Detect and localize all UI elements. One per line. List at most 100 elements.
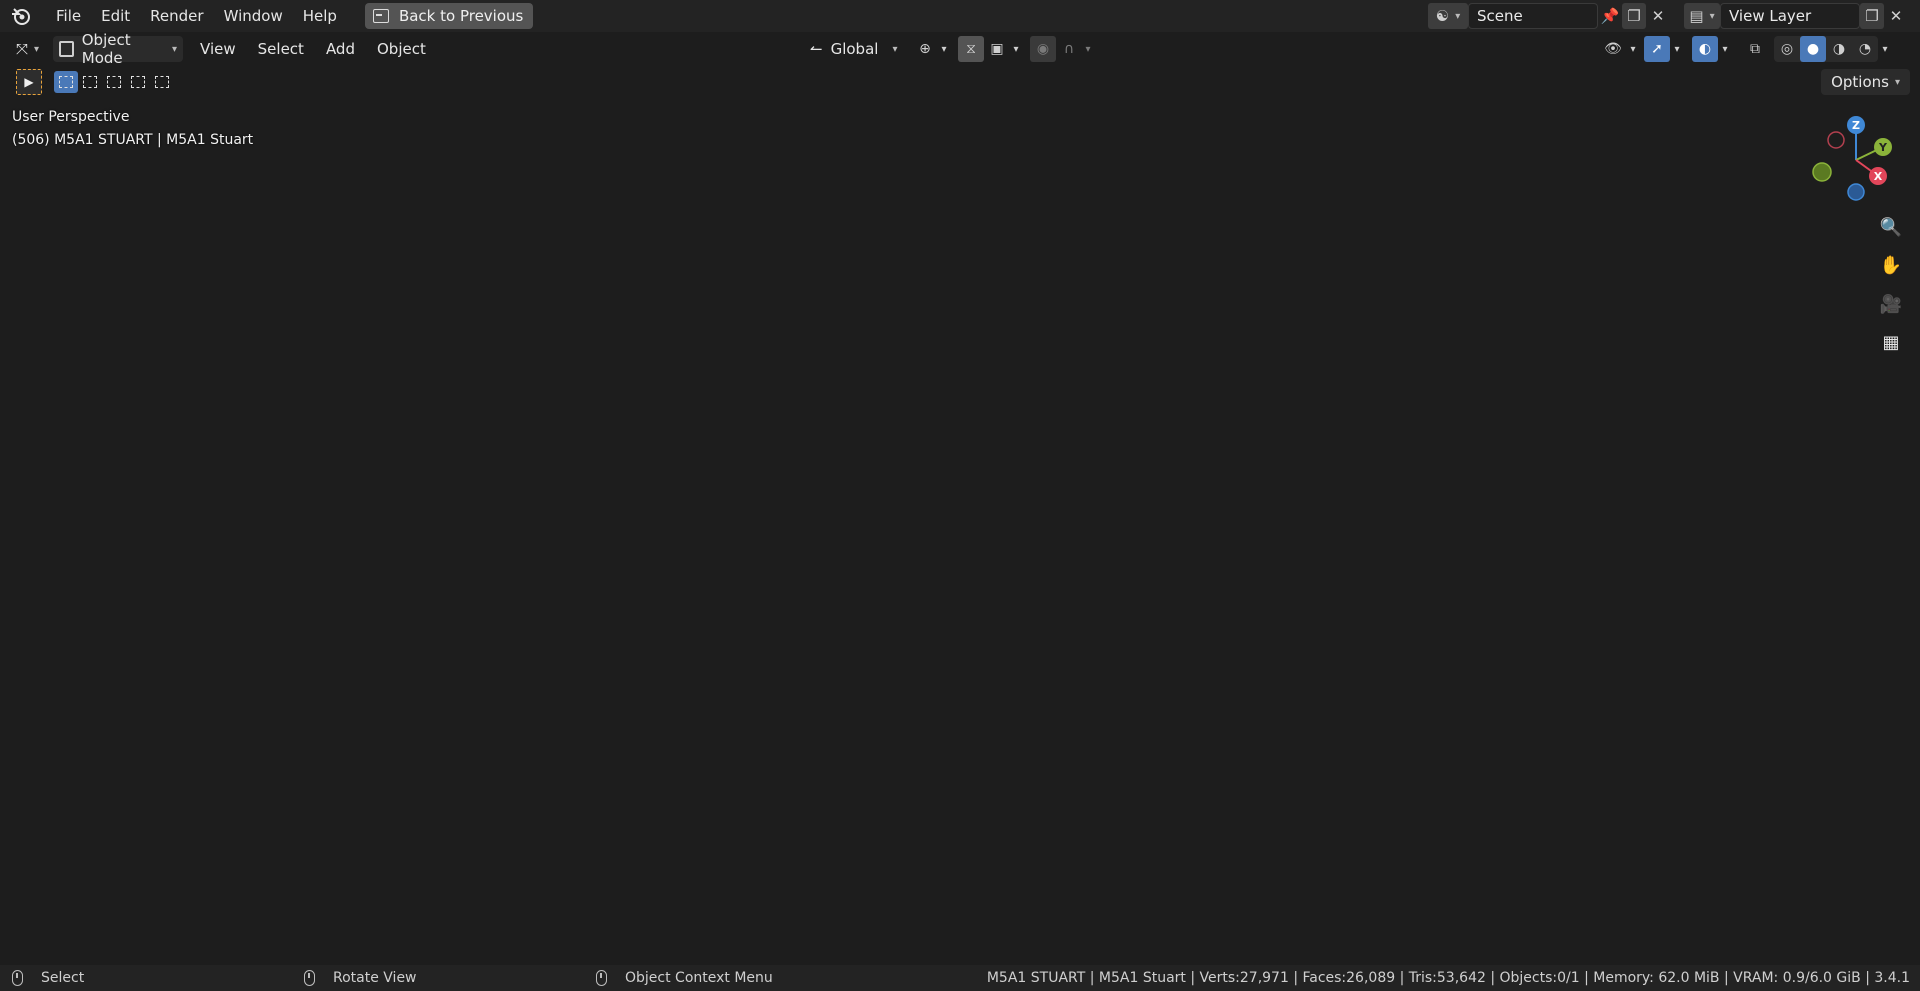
x-axis-line xyxy=(359,39,1211,965)
chevron-down-icon[interactable]: ▾ xyxy=(1878,36,1892,62)
status-rotate-label: Rotate View xyxy=(333,970,417,986)
menu-add[interactable]: Add xyxy=(315,40,366,58)
status-select-label: Select xyxy=(41,970,85,986)
back-to-previous-label: Back to Previous xyxy=(398,7,524,25)
menu-help[interactable]: Help xyxy=(293,0,347,32)
gizmo-neg-z[interactable] xyxy=(1847,183,1865,201)
view-layer-name-text: View Layer xyxy=(1729,7,1812,25)
menu-view[interactable]: View xyxy=(189,40,247,58)
status-right-click: Object Context Menu xyxy=(596,970,773,986)
tank-model xyxy=(489,129,1371,924)
show-gizmo-icon[interactable]: ➚ xyxy=(1644,36,1670,62)
select-box-tool-icon[interactable]: ▶ xyxy=(16,69,42,95)
snap-target-icon[interactable]: ▣ xyxy=(984,36,1010,62)
chevron-down-icon[interactable]: ▾ xyxy=(1718,36,1732,62)
status-middle-click: Rotate View xyxy=(304,970,584,986)
editor-type-button[interactable]: ⤧ ▾ xyxy=(10,36,45,62)
menu-edit[interactable]: Edit xyxy=(91,0,140,32)
status-bar: Select Rotate View Object Context Menu M… xyxy=(0,965,1920,991)
delete-scene-icon[interactable]: ✕ xyxy=(1646,3,1670,29)
navigation-gizmo[interactable]: Z Y X xyxy=(1808,110,1908,210)
menu-object[interactable]: Object xyxy=(366,40,437,58)
mouse-left-icon xyxy=(12,970,23,986)
snap-toggle-icon[interactable]: ⧖ xyxy=(958,36,984,62)
proportional-editing-icon[interactable]: ◉ xyxy=(1030,36,1056,62)
chevron-down-icon: ▾ xyxy=(1894,76,1900,88)
options-dropdown[interactable]: Options ▾ xyxy=(1821,69,1910,95)
show-overlays-icon[interactable]: ◐ xyxy=(1692,36,1718,62)
top-menubar: File Edit Render Window Help Back to Pre… xyxy=(0,0,1920,32)
blender-logo-icon[interactable] xyxy=(10,5,32,27)
pan-view-hand-icon[interactable]: ✋ xyxy=(1876,250,1906,280)
chevron-down-icon: ▾ xyxy=(1709,10,1715,22)
view-layer-browse-button[interactable]: ▤ ▾ xyxy=(1684,3,1720,29)
delete-view-layer-icon[interactable]: ✕ xyxy=(1884,3,1908,29)
chevron-down-icon[interactable]: ▾ xyxy=(938,36,950,62)
scene-statistics: M5A1 STUART | M5A1 Stuart | Verts:27,971… xyxy=(986,970,1910,986)
tool-settings-row: ▶ xyxy=(16,69,174,95)
mode-label: Object Mode xyxy=(81,31,131,67)
falloff-icon[interactable]: ∩ xyxy=(1056,36,1082,62)
3d-cursor xyxy=(932,678,960,706)
scene-name-field[interactable]: Scene xyxy=(1468,3,1598,29)
select-extend-mode-icon[interactable] xyxy=(78,71,102,93)
material-preview-shading-icon[interactable]: ◑ xyxy=(1826,36,1852,62)
zoom-view-icon[interactable]: 🔍 xyxy=(1876,212,1906,242)
ortho-perspective-grid-icon[interactable]: ▦ xyxy=(1876,327,1906,357)
gizmo-z-label: Z xyxy=(1852,119,1860,132)
gizmo-neg-x[interactable] xyxy=(1827,131,1845,149)
chevron-down-icon[interactable]: ▾ xyxy=(1670,36,1684,62)
y-axis-line xyxy=(279,299,1920,965)
new-view-layer-icon[interactable]: ❐ xyxy=(1860,3,1884,29)
gizmo-neg-y[interactable] xyxy=(1812,162,1832,182)
chevron-down-icon: ▾ xyxy=(34,43,40,55)
visibility-eye-icon[interactable]: 👁 xyxy=(1600,36,1626,62)
scene-name-text: Scene xyxy=(1477,7,1523,25)
z-axis-line xyxy=(942,94,949,965)
active-object-label: (506) M5A1 STUART | M5A1 Stuart xyxy=(12,132,254,148)
chevron-down-icon[interactable]: ▾ xyxy=(1010,36,1022,62)
chevron-down-icon[interactable]: ▾ xyxy=(1082,36,1094,62)
menu-select[interactable]: Select xyxy=(247,40,315,58)
chevron-down-icon: ▾ xyxy=(172,43,178,55)
gizmo-y-label: Y xyxy=(1878,141,1888,154)
rendered-shading-icon[interactable]: ◔ xyxy=(1852,36,1878,62)
menu-file[interactable]: File xyxy=(46,0,91,32)
viewport-header: ⤧ ▾ Object Mode ▾ View Select Add Object … xyxy=(0,31,1920,67)
select-subtract-mode-icon[interactable] xyxy=(102,71,126,93)
floor-grid xyxy=(0,39,1920,965)
mode-selector[interactable]: Object Mode ▾ xyxy=(53,31,184,67)
menu-window[interactable]: Window xyxy=(214,0,293,32)
menu-render[interactable]: Render xyxy=(140,0,213,32)
select-new-mode-icon[interactable] xyxy=(54,71,78,93)
gizmo-x-label: X xyxy=(1874,170,1883,183)
perspective-label: User Perspective xyxy=(12,109,130,125)
chevron-down-icon: ▾ xyxy=(1455,10,1461,22)
camera-view-icon[interactable]: 🎥 xyxy=(1876,289,1906,319)
pin-icon[interactable]: 📌 xyxy=(1598,3,1622,29)
chevron-down-icon: ▾ xyxy=(892,43,898,55)
transform-orientation-dropdown[interactable]: ↼ Global ▾ xyxy=(804,36,903,62)
scene-browse-button[interactable]: ☯ ▾ xyxy=(1428,3,1468,29)
editor-type-icon: ⤧ xyxy=(16,40,29,58)
status-left-click: Select xyxy=(12,970,292,986)
scene-icon: ☯ xyxy=(1435,7,1450,25)
object-mode-icon xyxy=(59,41,74,57)
select-invert-mode-icon[interactable] xyxy=(126,71,150,93)
wireframe-shading-icon[interactable]: ◎ xyxy=(1774,36,1800,62)
viewport-canvas[interactable] xyxy=(0,32,1920,965)
view-layer-icon: ▤ xyxy=(1689,7,1704,25)
xray-toggle-icon[interactable]: ⧉ xyxy=(1742,36,1768,62)
view-layer-name-field[interactable]: View Layer xyxy=(1720,3,1860,29)
new-scene-icon[interactable]: ❐ xyxy=(1622,3,1646,29)
pivot-point-icon[interactable]: ⊕ xyxy=(912,36,938,62)
status-context-label: Object Context Menu xyxy=(625,970,773,986)
back-to-previous-button[interactable]: Back to Previous xyxy=(364,3,534,29)
solid-shading-icon[interactable]: ● xyxy=(1800,36,1826,62)
3d-viewport[interactable] xyxy=(0,32,1920,965)
chevron-down-icon[interactable]: ▾ xyxy=(1626,36,1640,62)
select-intersect-mode-icon[interactable] xyxy=(150,71,174,93)
options-label: Options xyxy=(1831,73,1889,91)
back-icon xyxy=(372,9,389,23)
orientation-icon: ↼ xyxy=(810,40,823,58)
